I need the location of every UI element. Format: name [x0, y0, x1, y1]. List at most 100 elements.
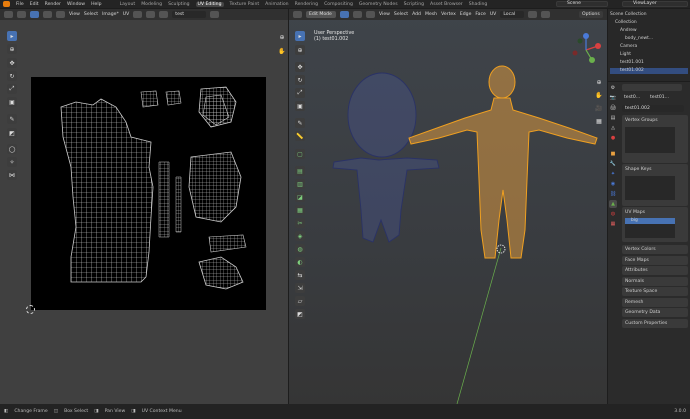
texture-tab-icon[interactable]: ▦ — [609, 220, 617, 228]
data-tab-icon[interactable]: ▲ — [609, 200, 617, 208]
outliner-row[interactable]: test01.002 — [610, 68, 688, 74]
menu-render[interactable]: Render — [45, 2, 61, 7]
blender-logo-icon[interactable] — [3, 1, 10, 7]
tab-rendering[interactable]: Rendering — [295, 2, 318, 7]
vp-menu-vertex[interactable]: Vertex — [441, 12, 456, 17]
tab-modeling[interactable]: Modeling — [141, 2, 162, 7]
vp-vertex-select-icon[interactable] — [340, 11, 349, 18]
rip-tool-icon[interactable]: ◩ — [7, 128, 17, 138]
menu-file[interactable]: File — [16, 2, 24, 7]
uv-menu-view[interactable]: View — [69, 12, 80, 17]
tab-scripting[interactable]: Scripting — [404, 2, 424, 7]
annotate-tool-icon[interactable]: ✎ — [7, 114, 17, 124]
scale-tool-icon[interactable]: ⤢ — [7, 84, 17, 94]
uv-maps-list[interactable] — [625, 224, 675, 238]
uv-pan-icon[interactable]: ✋ — [277, 46, 287, 56]
mode-selector[interactable]: Edit Mode — [306, 11, 336, 18]
vp-menu-mesh[interactable]: Mesh — [425, 12, 437, 17]
tab-uv-editing[interactable]: UV Editing — [195, 1, 224, 7]
outliner-row[interactable]: Light — [610, 52, 688, 58]
edge-select-icon[interactable] — [43, 11, 52, 18]
vp-menu-face[interactable]: Face — [475, 12, 485, 17]
modifier-tab-icon[interactable]: 🔧 — [609, 160, 617, 168]
vp-camera-icon[interactable]: 🎥 — [594, 103, 604, 113]
collapsed-panel[interactable]: Vertex Colors — [622, 245, 688, 254]
outliner-row[interactable]: test01.001 — [610, 60, 688, 66]
collapsed-panel[interactable]: Custom Properties — [622, 318, 688, 328]
vp-edge-select-icon[interactable] — [353, 11, 362, 18]
mesh-name-field[interactable]: test01.002 — [622, 105, 684, 112]
tab-shading[interactable]: Shading — [469, 2, 488, 7]
scene-tab-icon[interactable]: ◬ — [609, 124, 617, 132]
outliner-row[interactable]: Andrew — [610, 28, 688, 34]
face-select-icon[interactable] — [56, 11, 65, 18]
options-dropdown[interactable]: Options — [579, 11, 603, 18]
vp-menu-uv[interactable]: UV — [490, 12, 497, 17]
image-selector[interactable]: test — [172, 11, 207, 18]
editor-type-icon[interactable] — [4, 11, 13, 18]
vp-menu-add[interactable]: Add — [412, 12, 421, 17]
uv-menu-select[interactable]: Select — [84, 12, 98, 17]
orientation-selector[interactable]: Local — [500, 11, 525, 18]
material-tab-icon[interactable]: ◍ — [609, 210, 617, 218]
vp-proportional-icon[interactable] — [541, 11, 551, 18]
physics-tab-icon[interactable]: ◉ — [609, 180, 617, 188]
snap-icon[interactable] — [146, 11, 156, 18]
navigation-gizmo[interactable] — [566, 30, 606, 70]
output-tab-icon[interactable]: 🖨 — [609, 104, 617, 112]
relax-tool-icon[interactable]: ✧ — [7, 157, 17, 167]
outliner-row[interactable]: body_newt... — [610, 36, 688, 42]
outliner-row[interactable]: Collection — [610, 20, 688, 26]
vp-pan-icon[interactable]: ✋ — [594, 90, 604, 100]
outliner-row[interactable]: Scene Collection — [610, 12, 688, 18]
collapsed-panel[interactable]: Geometry Data — [622, 308, 688, 317]
scene-selector[interactable]: Scene — [556, 1, 608, 7]
particles-tab-icon[interactable]: ✦ — [609, 170, 617, 178]
object-tab-icon[interactable]: ■ — [609, 150, 617, 158]
vp-menu-select[interactable]: Select — [394, 12, 408, 17]
collapsed-panel[interactable]: Remesh — [622, 297, 688, 307]
viewport-editor-type-icon[interactable] — [293, 11, 302, 18]
shape-keys-panel[interactable]: Shape Keys — [622, 164, 688, 206]
vp-menu-view[interactable]: View — [379, 12, 390, 17]
vertex-select-icon[interactable] — [30, 11, 39, 18]
uv-menu-uv[interactable]: UV — [123, 12, 130, 17]
uv-maps-header[interactable]: UV Maps — [625, 209, 685, 216]
vp-zoom-icon[interactable]: ⊕ — [594, 77, 604, 87]
sync-selection-icon[interactable] — [17, 11, 26, 18]
tool-tab-icon[interactable]: ⚙ — [609, 84, 617, 92]
vp-snap-icon[interactable] — [528, 11, 538, 18]
vertex-groups-header[interactable]: Vertex Groups — [625, 117, 685, 124]
tab-sculpting[interactable]: Sculpting — [168, 2, 189, 7]
rotate-tool-icon[interactable]: ↻ — [7, 71, 17, 81]
cursor-tool-icon[interactable]: ⊕ — [7, 44, 17, 54]
shape-keys-header[interactable]: Shape Keys — [625, 166, 685, 173]
pivot-icon[interactable] — [133, 11, 143, 18]
uv-menu-image[interactable]: Image* — [102, 12, 119, 17]
menu-help[interactable]: Help — [91, 2, 101, 7]
render-tab-icon[interactable]: 📷 — [609, 94, 617, 102]
grab-tool-icon[interactable]: ◯ — [7, 144, 17, 154]
uv-zoom-icon[interactable]: ⊕ — [277, 32, 287, 42]
collapsed-panel[interactable]: Normals — [622, 276, 688, 286]
vp-face-select-icon[interactable] — [366, 11, 375, 18]
tab-animation[interactable]: Animation — [265, 2, 288, 7]
menu-edit[interactable]: Edit — [30, 2, 39, 7]
tab-layout[interactable]: Layout — [120, 2, 136, 7]
move-tool-icon[interactable]: ✥ — [7, 58, 17, 68]
collapsed-panel[interactable]: Attributes — [622, 266, 688, 275]
vertex-groups-list[interactable] — [625, 127, 675, 153]
uv-maps-panel[interactable]: UV Maps big — [622, 207, 688, 242]
view-layer-tab-icon[interactable]: ▤ — [609, 114, 617, 122]
vp-grid-icon[interactable]: ▦ — [594, 116, 604, 126]
vertex-groups-panel[interactable]: Vertex Groups — [622, 115, 688, 163]
collapsed-panel[interactable]: Texture Space — [622, 287, 688, 296]
constraints-tab-icon[interactable]: ⛓ — [609, 190, 617, 198]
menu-window[interactable]: Window — [67, 2, 85, 7]
tab-compositing[interactable]: Compositing — [324, 2, 353, 7]
tab-asset-browser[interactable]: Asset Browser — [430, 2, 463, 7]
uv-image-canvas[interactable] — [31, 77, 266, 310]
tab-geometry-nodes[interactable]: Geometry Nodes — [359, 2, 398, 7]
properties-search[interactable] — [622, 84, 682, 91]
shape-keys-list[interactable] — [625, 176, 675, 200]
